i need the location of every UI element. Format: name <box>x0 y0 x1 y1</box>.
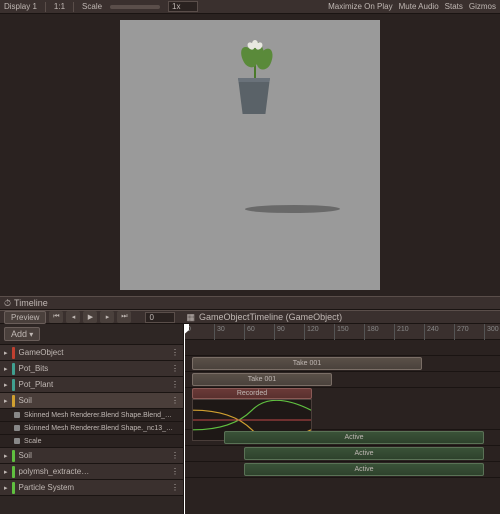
clip-lane[interactable]: Take 001 <box>184 356 500 372</box>
track-color <box>12 347 15 359</box>
foldout-icon[interactable]: ▸ <box>4 381 8 389</box>
track-label: Soil <box>19 396 167 405</box>
track-color <box>12 379 15 391</box>
clip-lane[interactable]: Active <box>184 446 500 462</box>
clip[interactable]: Active <box>244 447 484 460</box>
game-viewport <box>0 14 500 296</box>
track-color <box>12 466 15 478</box>
track-label: Pot_Bits <box>19 364 167 373</box>
track-item[interactable]: ▸ Pot_Bits ⋮ <box>0 361 183 377</box>
time-ruler[interactable]: 0306090120150180210240270300 <box>184 324 500 340</box>
clip[interactable]: Take 001 <box>192 373 332 386</box>
track-property[interactable]: Skinned Mesh Renderer.Blend Shape._nc13_… <box>0 422 183 435</box>
track-item[interactable]: ▸ GameObject ⋮ <box>0 345 183 361</box>
track-label: polymsh_extracte… <box>19 467 167 476</box>
timeline-asset-icon: ▦ <box>186 312 195 323</box>
shadow-graphic <box>244 205 342 213</box>
clip-lane[interactable] <box>184 340 500 356</box>
track-item[interactable]: ▸ Particle System ⋮ <box>0 480 183 496</box>
clip-lane[interactable]: Take 001 <box>184 372 500 388</box>
ruler-tick: 150 <box>334 324 349 340</box>
track-property[interactable]: Skinned Mesh Renderer.Blend Shape.Blend_… <box>0 409 183 422</box>
ruler-tick: 300 <box>484 324 499 340</box>
ruler-tick: 60 <box>244 324 255 340</box>
track-item[interactable]: ▸ Soil ⋮ <box>0 393 183 409</box>
track-item[interactable]: ▸ Soil ⋮ <box>0 448 183 464</box>
track-color <box>12 363 15 375</box>
ruler-tick: 240 <box>424 324 439 340</box>
plant-graphic <box>240 42 270 82</box>
recorded-clip[interactable]: Recorded <box>192 388 312 399</box>
track-options-icon[interactable]: ⋮ <box>171 467 179 476</box>
track-label: Soil <box>19 451 167 460</box>
foldout-icon[interactable]: ▸ <box>4 349 8 357</box>
track-options-icon[interactable]: ⋮ <box>171 396 179 405</box>
game-render-area <box>120 20 380 290</box>
track-hierarchy: Add ▾ ▸GameObject⋮▸Pot_Bits⋮▸Pot_Plant⋮▸… <box>0 324 184 514</box>
clip-lane[interactable]: Active <box>184 462 500 478</box>
ruler-tick: 210 <box>394 324 409 340</box>
clip-lane[interactable]: Recorded <box>184 388 500 430</box>
pot-graphic <box>235 78 273 114</box>
gizmos-dropdown[interactable]: Gizmos <box>469 2 496 11</box>
ruler-tick: 120 <box>304 324 319 340</box>
next-frame-button[interactable]: ▸ <box>100 311 114 323</box>
ruler-tick: 90 <box>274 324 285 340</box>
aspect-dropdown[interactable]: 1:1 <box>54 2 65 11</box>
foldout-icon[interactable]: ▸ <box>4 484 8 492</box>
track-label: Pot_Plant <box>19 380 167 389</box>
clip[interactable]: Take 001 <box>192 357 422 370</box>
ruler-tick: 30 <box>214 324 225 340</box>
timeline-asset-name[interactable]: GameObjectTimeline (GameObject) <box>199 312 342 322</box>
scale-label: Scale <box>82 2 102 11</box>
foldout-icon[interactable]: ▸ <box>4 452 8 460</box>
foldout-icon[interactable]: ▸ <box>4 365 8 373</box>
add-track-button[interactable]: Add ▾ <box>4 327 40 341</box>
track-options-icon[interactable]: ⋮ <box>171 380 179 389</box>
play-button[interactable]: ▶ <box>83 311 97 323</box>
timeline-tab-icon: ⏱ <box>4 298 11 309</box>
track-label: GameObject <box>19 348 167 357</box>
timeline-panel-title: Timeline <box>14 298 48 308</box>
track-options-icon[interactable]: ⋮ <box>171 364 179 373</box>
display-dropdown[interactable]: Display 1 <box>4 2 37 11</box>
track-color <box>12 482 15 494</box>
ruler-tick: 270 <box>454 324 469 340</box>
timeline-controls: Preview ⏮ ◂ ▶ ▸ ⏭ 0 ▦ GameObjectTimeline… <box>0 310 500 324</box>
track-item[interactable]: ▸ polymsh_extracte… ⋮ <box>0 464 183 480</box>
clip-lane[interactable]: Active <box>184 430 500 446</box>
scale-value[interactable]: 1x <box>168 1 198 12</box>
track-label: Particle System <box>19 483 167 492</box>
stats-toggle[interactable]: Stats <box>445 2 463 11</box>
frame-field[interactable]: 0 <box>145 312 175 323</box>
playhead[interactable] <box>184 324 185 514</box>
maximize-toggle[interactable]: Maximize On Play <box>328 2 392 11</box>
timeline-area[interactable]: 0306090120150180210240270300 Take 001Tak… <box>184 324 500 514</box>
scale-slider[interactable] <box>110 5 160 9</box>
clip[interactable]: Active <box>224 431 484 444</box>
ruler-tick: 180 <box>364 324 379 340</box>
track-color <box>12 395 15 407</box>
prev-frame-button[interactable]: ◂ <box>66 311 80 323</box>
track-options-icon[interactable]: ⋮ <box>171 451 179 460</box>
track-options-icon[interactable]: ⋮ <box>171 483 179 492</box>
preview-button[interactable]: Preview <box>4 311 46 324</box>
foldout-icon[interactable]: ▸ <box>4 397 8 405</box>
track-color <box>12 450 15 462</box>
goto-end-button[interactable]: ⏭ <box>117 311 131 323</box>
track-options-icon[interactable]: ⋮ <box>171 348 179 357</box>
foldout-icon[interactable]: ▸ <box>4 468 8 476</box>
timeline-toolbar: ⏱ Timeline <box>0 296 500 310</box>
track-item[interactable]: ▸ Pot_Plant ⋮ <box>0 377 183 393</box>
goto-start-button[interactable]: ⏮ <box>49 311 63 323</box>
track-property[interactable]: Scale <box>0 435 183 448</box>
clip[interactable]: Active <box>244 463 484 476</box>
game-view-toolbar: Display 1 1:1 Scale 1x Maximize On Play … <box>0 0 500 14</box>
mute-audio-toggle[interactable]: Mute Audio <box>399 2 439 11</box>
